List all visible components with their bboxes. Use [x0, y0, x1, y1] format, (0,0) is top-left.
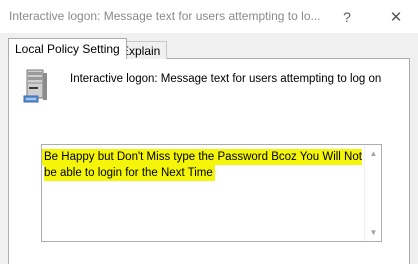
tab-panel: Interactive logon: Message text for user… — [8, 58, 410, 264]
server-computer-icon — [23, 69, 47, 103]
window-title: Interactive logon: Message text for user… — [9, 9, 321, 23]
close-button[interactable]: ✕ — [374, 0, 418, 33]
vertical-scrollbar[interactable]: ▲ ▼ — [364, 145, 381, 241]
message-text-field[interactable]: Be Happy but Don't Miss type the Passwor… — [41, 144, 382, 242]
tab-local-policy-setting[interactable]: Local Policy Setting — [8, 38, 127, 59]
scroll-down-arrow-icon[interactable]: ▼ — [365, 224, 382, 241]
title-bar: Interactive logon: Message text for user… — [0, 0, 418, 33]
help-button[interactable]: ? — [330, 0, 364, 33]
message-text-value[interactable]: Be Happy but Don't Miss type the Passwor… — [44, 149, 362, 181]
dialog-body: Local Policy Setting Explain Interactive… — [0, 33, 418, 264]
message-highlight: Be Happy but Don't Miss type the Passwor… — [44, 151, 362, 179]
policy-name-label: Interactive logon: Message text for user… — [70, 73, 382, 85]
scroll-up-arrow-icon[interactable]: ▲ — [365, 145, 382, 162]
